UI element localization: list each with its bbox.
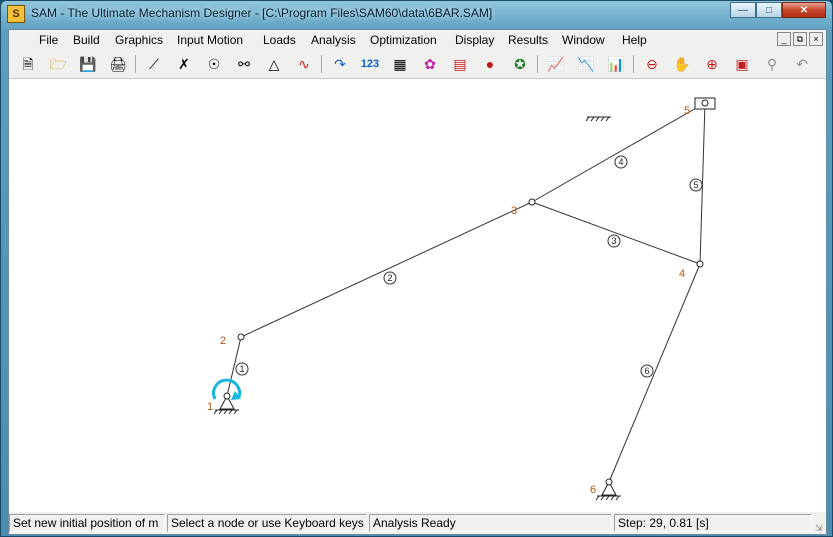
title-bar[interactable]: S SAM - The Ultimate Mechanism Designer … [1,1,832,27]
belt-pulley-icon[interactable]: ⚯ [233,53,255,75]
input-motion-icon[interactable]: ↷ [329,53,351,75]
toolbar-separator [135,55,136,73]
link-label-4: 4 [614,155,628,169]
svg-text:1: 1 [240,364,245,374]
mdi-restore-button[interactable]: ⧉ [793,32,807,46]
menu-file[interactable]: File [39,33,58,47]
menu-input-motion[interactable]: Input Motion [177,33,243,47]
node-label-4: 4 [679,268,685,280]
table-icon[interactable]: ▤ [449,53,471,75]
close-button[interactable]: ✕ [782,2,826,18]
calculator-icon[interactable]: ▦ [389,53,411,75]
svg-text:3: 3 [612,236,617,246]
link-label-6: 6 [640,364,654,378]
mdi-controls: _ ⧉ × [777,32,823,46]
node-label-3: 3 [511,205,517,217]
sam-app-icon[interactable]: S [7,5,25,23]
undo-icon[interactable]: ↶ [791,53,813,75]
mdi-close-button[interactable]: × [809,32,823,46]
svg-text:6: 6 [645,366,650,376]
status-analysis: Analysis Ready [369,514,612,532]
node-3[interactable] [528,198,536,206]
node-label-6: 6 [590,484,596,496]
pin-icon[interactable]: ● [479,53,501,75]
status-hint: Set new initial position of m [9,514,165,532]
toolbar-separator [633,55,634,73]
line-element-icon[interactable]: ⟋ [143,53,165,75]
mechanism-canvas[interactable]: 1 2 3 4 5 6 1 2 3 4 5 6 [9,79,826,512]
svg-text:5: 5 [694,180,699,190]
node-5[interactable] [701,99,709,107]
menu-window[interactable]: Window [562,33,605,47]
xy-chart-3-icon[interactable]: 📊 [605,53,627,75]
windmill-icon[interactable]: ✪ [509,53,531,75]
link-6[interactable] [608,263,701,483]
app-window: S SAM - The Ultimate Mechanism Designer … [0,0,833,537]
new-file-icon[interactable]: 🗎 [17,53,39,75]
numeric-123-icon[interactable]: 123 [359,53,381,75]
menu-build[interactable]: Build [73,33,100,47]
maximize-button[interactable]: □ [756,2,782,18]
toolbar-separator [537,55,538,73]
node-2[interactable] [237,333,245,341]
link-label-1: 1 [235,362,249,376]
menu-loads[interactable]: Loads [263,33,296,47]
menu-bar: File Build Graphics Input Motion Loads A… [9,30,826,50]
zoom-out-icon[interactable]: ⊖ [641,53,663,75]
mechanism-drawing[interactable]: 1 2 3 4 5 6 1 2 3 4 5 6 [9,79,826,512]
link-4[interactable] [531,102,706,203]
node-6[interactable] [605,478,613,486]
xy-chart-icon[interactable]: 📈 [545,53,567,75]
link-2[interactable] [240,201,533,338]
spring-icon[interactable]: ∿ [293,53,315,75]
minimize-button[interactable]: — [730,2,756,18]
zoom-window-icon[interactable]: ▣ [731,53,753,75]
menu-display[interactable]: Display [455,33,494,47]
link-3[interactable] [531,201,701,265]
menu-results[interactable]: Results [508,33,548,47]
client-area: File Build Graphics Input Motion Loads A… [8,29,827,535]
print-icon[interactable]: 🖨 [107,53,129,75]
window-title: SAM - The Ultimate Mechanism Designer - … [31,6,493,20]
menu-analysis[interactable]: Analysis [311,33,356,47]
ground-hatch [585,116,611,122]
node-label-1: 1 [207,401,213,413]
zoom-in-icon[interactable]: ⊕ [701,53,723,75]
svg-text:2: 2 [388,273,393,283]
node-label-2: 2 [220,335,226,347]
pan-hand-icon[interactable]: ✋ [671,53,693,75]
status-bar: Set new initial position of m Select a n… [9,512,826,534]
toolbar: 🗎 🗁 💾 🖨 ⟋ ✗ ☉ ⚯ △ ∿ ↷ 123 ▦ ✿ ▤ ● ✪ 📈 📉 … [9,50,826,79]
link-label-3: 3 [607,234,621,248]
status-step: Step: 29, 0.81 [s] [614,514,812,532]
link-label-2: 2 [383,271,397,285]
hinge-icon[interactable]: ☉ [203,53,225,75]
slider-element-icon[interactable]: ✗ [173,53,195,75]
toolbar-separator [321,55,322,73]
svg-text:4: 4 [619,157,624,167]
open-folder-icon[interactable]: 🗁 [47,53,69,75]
node-1[interactable] [223,392,231,400]
status-select-hint: Select a node or use Keyboard keys [167,514,367,532]
resize-grip-icon[interactable]: ⇲ [815,523,825,533]
xy-chart-2-icon[interactable]: 📉 [575,53,597,75]
analysis-icon[interactable]: ✿ [419,53,441,75]
menu-optimization[interactable]: Optimization [370,33,437,47]
link-label-5: 5 [689,178,703,192]
mdi-minimize-button[interactable]: _ [777,32,791,46]
zoom-fit-icon[interactable]: ⚲ [761,53,783,75]
window-controls: — □ ✕ [730,2,826,20]
menu-graphics[interactable]: Graphics [115,33,163,47]
fix-support-icon[interactable]: △ [263,53,285,75]
node-label-5: 5 [684,105,690,117]
node-4[interactable] [696,260,704,268]
menu-help[interactable]: Help [622,33,647,47]
save-icon[interactable]: 💾 [77,53,99,75]
